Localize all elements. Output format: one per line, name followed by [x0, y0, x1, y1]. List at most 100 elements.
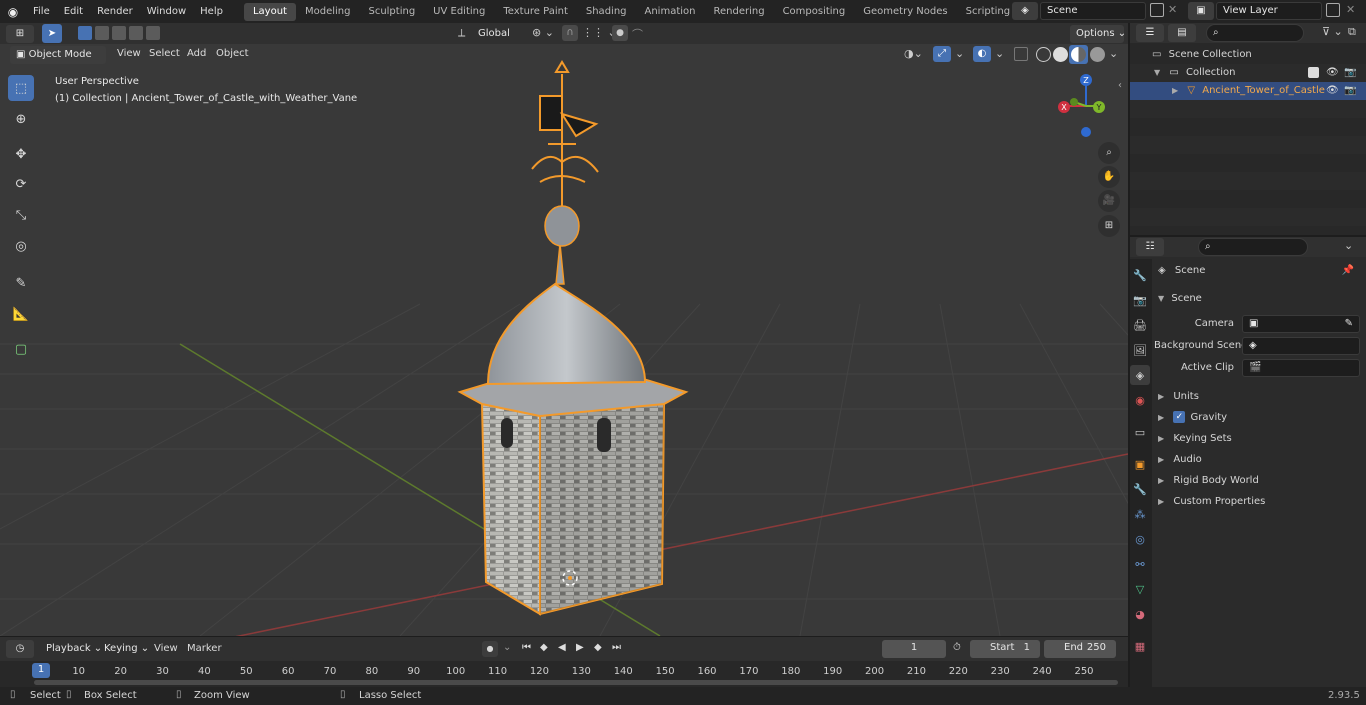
collection-tab-icon[interactable]: ▭ [1130, 422, 1150, 442]
gizmo-toggle-icon[interactable]: ⤢ [933, 46, 951, 62]
object-tab-icon[interactable]: ▣ [1130, 454, 1150, 474]
eyedropper-icon[interactable]: ✎ [1345, 316, 1353, 332]
outliner-display-mode-icon[interactable]: ▤ [1168, 24, 1196, 42]
collection-checkbox-icon[interactable] [1308, 67, 1319, 78]
tower-model[interactable] [457, 60, 689, 616]
shading-rendered-icon[interactable] [1090, 47, 1105, 62]
object-eye-icon[interactable]: 👁 [1326, 82, 1339, 100]
sidebar-toggle-icon[interactable]: ‹ [1118, 80, 1122, 91]
scene-type-icon[interactable]: ◈ [1012, 2, 1038, 20]
tab-scripting[interactable]: Scripting [957, 3, 1019, 21]
tab-layout[interactable]: Layout [243, 2, 296, 21]
camera-field[interactable]: ▣ ✎ [1242, 315, 1360, 333]
scene-panel-header[interactable]: ▼ Scene [1154, 290, 1366, 308]
tab-geometry-nodes[interactable]: Geometry Nodes [854, 3, 956, 21]
overlays-dropdown-icon[interactable]: ⌄ [995, 47, 1004, 60]
tab-rendering[interactable]: Rendering [704, 3, 773, 21]
scale-tool-icon[interactable]: ⤡ [8, 202, 34, 228]
proportional-edit-icon[interactable]: ● [612, 25, 628, 41]
tab-compositing[interactable]: Compositing [774, 3, 855, 21]
collection-camera-icon[interactable]: 📷 [1344, 64, 1356, 82]
data-tab-icon[interactable]: ▽ [1130, 579, 1150, 599]
tool-tab-icon[interactable]: 🔧 [1130, 265, 1150, 285]
outliner-row-object[interactable]: ▶ ▽ Ancient_Tower_of_Castle 👁 📷 [1130, 82, 1366, 100]
move-tool-icon[interactable]: ✥ [8, 141, 34, 167]
menu-render[interactable]: Render [90, 0, 140, 23]
zoom-icon[interactable]: ⌕ [1098, 142, 1120, 164]
properties-search-input[interactable]: ⌕ [1198, 238, 1308, 256]
collection-eye-icon[interactable]: 👁 [1326, 64, 1339, 82]
editor-type-icon[interactable]: ⊞ [6, 25, 34, 43]
options-dropdown[interactable]: Options ⌄ [1070, 25, 1126, 43]
collapse-arrow-icon[interactable]: ▼ [1154, 68, 1160, 77]
navigation-gizmo[interactable]: Z X Y [1052, 70, 1122, 140]
gravity-checkbox[interactable]: ✓ [1173, 411, 1186, 423]
pivot-icon[interactable]: ⊛ ⌄ [532, 26, 554, 39]
view-layer-field[interactable]: View Layer [1216, 2, 1322, 20]
subpanel-keying-sets[interactable]: ▶ Keying Sets [1158, 430, 1362, 448]
menu-edit[interactable]: Edit [57, 0, 90, 23]
annotate-tool-icon[interactable]: ✎ [8, 270, 34, 296]
outliner-new-collection-icon[interactable]: ⧉ [1348, 25, 1356, 39]
output-tab-icon[interactable]: 🖨 [1130, 315, 1150, 335]
tab-texture-paint[interactable]: Texture Paint [494, 3, 577, 21]
subpanel-audio[interactable]: ▶ Audio [1158, 451, 1362, 469]
camera-view-icon[interactable]: 🎥 [1098, 190, 1120, 212]
cursor-tool-icon[interactable]: ⊕ [8, 106, 34, 132]
outliner-search-input[interactable]: ⌕ [1206, 24, 1304, 42]
physics-tab-icon[interactable]: ◎ [1130, 529, 1150, 549]
particles-tab-icon[interactable]: ⁂ [1130, 504, 1150, 524]
outliner-filter-icon[interactable]: ⊽ ⌄ [1322, 25, 1343, 38]
shading-wireframe-icon[interactable] [1036, 47, 1051, 62]
subpanel-custom-properties[interactable]: ▶ Custom Properties [1158, 493, 1362, 511]
view-layer-close-icon[interactable]: ✕ [1346, 3, 1355, 16]
active-clip-field[interactable]: 🎬 [1242, 359, 1360, 377]
menu-file[interactable]: File [26, 0, 57, 23]
falloff-icon[interactable]: ⌒ [632, 26, 643, 42]
subpanel-units[interactable]: ▶ Units [1158, 388, 1362, 406]
blender-logo-icon[interactable]: ◉ [0, 0, 26, 23]
orientation-dropdown[interactable]: Global [472, 25, 524, 43]
view-layer-icon[interactable]: ▣ [1188, 2, 1214, 20]
select-mode-new-icon[interactable] [78, 26, 92, 40]
select-mode-extend-icon[interactable] [95, 26, 109, 40]
shading-material-icon[interactable] [1069, 45, 1088, 64]
rotate-tool-icon[interactable]: ⟳ [8, 171, 34, 197]
object-camera-icon[interactable]: 📷 [1344, 82, 1356, 100]
timeline-scrollbar[interactable] [34, 680, 1118, 685]
view-layer-tab-icon[interactable]: 🖼 [1130, 340, 1150, 360]
subpanel-rigid-body-world[interactable]: ▶ Rigid Body World [1158, 472, 1362, 490]
view-layer-copy-icon[interactable] [1326, 3, 1340, 17]
scene-name-field[interactable]: Scene [1040, 2, 1146, 20]
add-cube-tool-icon[interactable]: ▢ [8, 336, 34, 362]
render-tab-icon[interactable]: 📷 [1130, 290, 1150, 310]
subpanel-gravity[interactable]: ▶ ✓ Gravity [1158, 409, 1362, 427]
select-mode-subtract-icon[interactable] [112, 26, 126, 40]
expand-arrow-icon[interactable]: ▶ [1172, 86, 1178, 95]
shading-solid-icon[interactable] [1053, 47, 1068, 62]
properties-editor-type-icon[interactable]: ☷ [1136, 238, 1164, 256]
tab-uv-editing[interactable]: UV Editing [424, 3, 494, 21]
properties-options-icon[interactable]: ⌄ [1344, 239, 1353, 252]
scene-close-icon[interactable]: ✕ [1168, 3, 1177, 16]
scene-copy-icon[interactable] [1150, 3, 1164, 17]
scene-tab-icon[interactable]: ◈ [1130, 365, 1150, 385]
texture-tab-icon[interactable]: ▦ [1130, 636, 1150, 656]
menu-window[interactable]: Window [140, 0, 193, 23]
tab-animation[interactable]: Animation [636, 3, 705, 21]
object-mode-dropdown[interactable]: ▣ Object Mode [10, 46, 106, 64]
outliner-row-scene-collection[interactable]: ▭ Scene Collection [1130, 46, 1366, 64]
background-scene-field[interactable]: ◈ [1242, 337, 1360, 355]
ortho-toggle-icon[interactable]: ⊞ [1098, 215, 1120, 237]
modifier-tab-icon[interactable]: 🔧 [1130, 479, 1150, 499]
tab-modeling[interactable]: Modeling [296, 3, 360, 21]
visibility-icon[interactable]: ◑⌄ [904, 47, 923, 60]
world-tab-icon[interactable]: ◉ [1130, 390, 1150, 410]
select-tool-icon[interactable]: ➤ [42, 24, 62, 43]
outliner-editor-type-icon[interactable]: ☰ [1136, 24, 1164, 42]
select-mode-invert-icon[interactable] [129, 26, 143, 40]
pan-icon[interactable]: ✋ [1098, 166, 1120, 188]
transform-tool-icon[interactable]: ◎ [8, 233, 34, 259]
tab-sculpting[interactable]: Sculpting [359, 3, 424, 21]
material-tab-icon[interactable]: ◕ [1130, 604, 1150, 624]
